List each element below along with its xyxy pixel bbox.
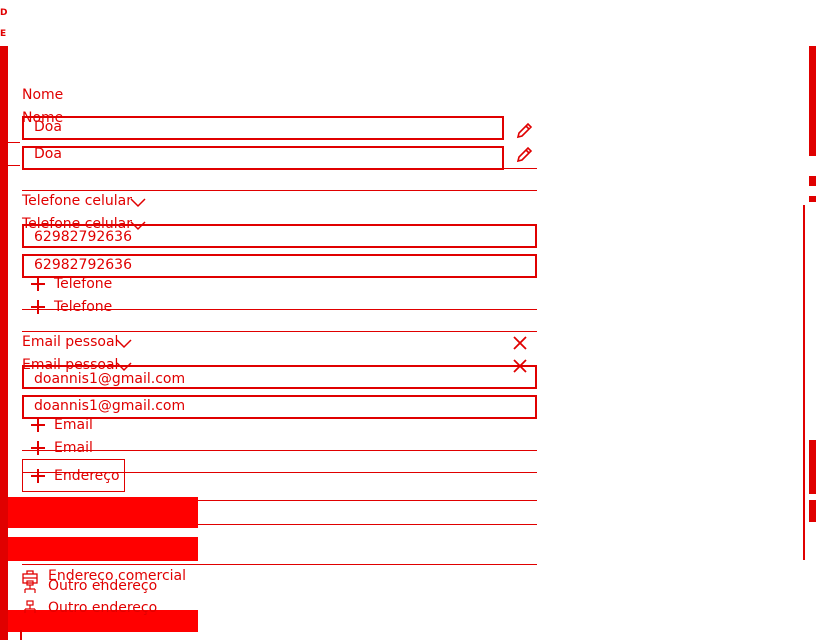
email-type-dropdown[interactable]: Email pessoal: [22, 334, 118, 350]
add-email-button-ghost[interactable]: Email: [54, 440, 93, 456]
left-edge-bar: [0, 46, 8, 640]
menu-item-other-address[interactable]: Outro endereço: [48, 578, 157, 594]
right-edge-bar: [809, 46, 816, 156]
phone-type-dropdown[interactable]: Telefone celular: [22, 193, 132, 209]
email-type-label: Email pessoal: [22, 334, 119, 350]
close-icon[interactable]: [512, 335, 528, 351]
menu-highlight-block: [8, 537, 198, 561]
menu-highlight-block: [8, 497, 198, 528]
right-edge-scrollbar[interactable]: [803, 205, 805, 560]
divider: [22, 168, 537, 169]
name-field-ghost[interactable]: Doa: [22, 146, 504, 170]
phone-field-ghost[interactable]: 62982792636: [22, 254, 537, 278]
edit-pencil-icon[interactable]: [515, 122, 533, 140]
left-edge-letter: E: [0, 29, 7, 39]
right-edge-bar: [809, 176, 816, 186]
name-label: Nome: [22, 87, 64, 103]
edit-pencil-icon[interactable]: [515, 146, 533, 164]
phone-value-ghost: 62982792636: [34, 257, 132, 273]
divider: [22, 450, 537, 451]
chevron-down-icon[interactable]: [130, 198, 146, 208]
add-phone-button-ghost[interactable]: Telefone: [54, 299, 112, 315]
name-value: Doa: [34, 119, 62, 135]
right-edge-bar: [809, 440, 816, 494]
add-email-button[interactable]: Email: [54, 417, 93, 433]
divider: [22, 190, 537, 191]
divider: [22, 309, 537, 310]
bottom-edge-mark: [20, 630, 22, 640]
plus-icon: [31, 441, 45, 455]
divider: [22, 331, 537, 332]
add-address-label: Endereço: [54, 468, 120, 484]
plus-icon: [31, 418, 45, 432]
left-edge-divider: [0, 165, 20, 166]
chevron-down-icon[interactable]: [116, 339, 132, 349]
right-edge-bar: [809, 500, 816, 522]
plus-icon: [31, 300, 45, 314]
left-edge-letter: d: [0, 150, 7, 160]
network-icon: [24, 580, 36, 593]
email-value-ghost: doannis1@gmail.com: [34, 398, 186, 414]
left-edge-letter: D: [0, 8, 8, 18]
name-field[interactable]: Doa: [22, 116, 504, 140]
name-value-ghost: Doa: [34, 146, 62, 162]
phone-field[interactable]: 62982792636: [22, 224, 537, 248]
network-icon: [24, 600, 36, 613]
plus-icon: [31, 277, 45, 291]
left-edge-divider: [0, 142, 20, 143]
add-phone-button[interactable]: Telefone: [54, 276, 112, 292]
menu-item-other-address-ghost[interactable]: Outro endereço: [48, 600, 157, 616]
plus-icon: [31, 469, 45, 483]
divider: [22, 564, 537, 565]
email-field-ghost[interactable]: doannis1@gmail.com: [22, 395, 537, 419]
email-value: doannis1@gmail.com: [34, 371, 186, 387]
phone-type-label: Telefone celular: [22, 193, 133, 209]
right-edge-bar: [809, 196, 816, 202]
phone-value: 62982792636: [34, 229, 132, 245]
email-field[interactable]: doannis1@gmail.com: [22, 365, 537, 389]
